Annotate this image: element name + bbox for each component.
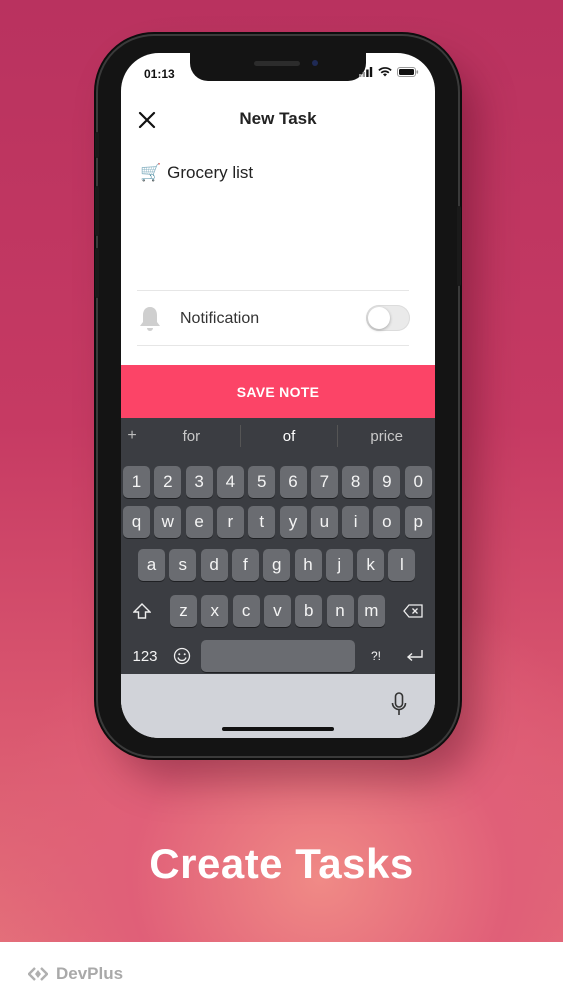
phone-notch: [190, 53, 366, 81]
key-f[interactable]: f: [231, 549, 259, 581]
home-indicator[interactable]: [222, 727, 334, 731]
key-8[interactable]: 8: [342, 466, 370, 498]
key-3[interactable]: 3: [185, 466, 213, 498]
key-c[interactable]: c: [232, 595, 260, 627]
battery-icon: [397, 67, 419, 77]
task-title-input[interactable]: 🛒 Grocery list: [140, 163, 253, 183]
key-5[interactable]: 5: [248, 466, 276, 498]
key-1[interactable]: 1: [123, 466, 150, 498]
key-9[interactable]: 9: [373, 466, 401, 498]
plus-icon[interactable]: +: [121, 427, 143, 445]
backspace-key[interactable]: [393, 595, 433, 627]
key-m[interactable]: m: [357, 595, 385, 627]
suggestion-2[interactable]: of: [241, 428, 338, 445]
emoji-icon: [173, 647, 191, 665]
key-7[interactable]: 7: [310, 466, 338, 498]
backspace-icon: [403, 604, 423, 618]
key-v[interactable]: v: [263, 595, 291, 627]
toggle-knob: [368, 307, 390, 329]
key-e[interactable]: e: [185, 506, 213, 538]
key-q[interactable]: q: [123, 506, 150, 538]
footer-brand: DevPlus: [28, 964, 123, 984]
key-l[interactable]: l: [388, 549, 416, 581]
notification-label: Notification: [180, 310, 260, 327]
cart-icon: 🛒: [140, 163, 162, 182]
key-t[interactable]: t: [248, 506, 276, 538]
key-b[interactable]: b: [295, 595, 323, 627]
key-u[interactable]: u: [310, 506, 338, 538]
status-time: 01:13: [144, 67, 175, 81]
suggestion-1[interactable]: for: [143, 428, 240, 445]
return-key[interactable]: [397, 640, 433, 672]
key-p[interactable]: p: [404, 506, 432, 538]
key-4[interactable]: 4: [216, 466, 244, 498]
phone-power-button: [457, 206, 461, 286]
keyboard: + for of price 1234567890qwertyuiopasdfg…: [121, 418, 435, 674]
key-k[interactable]: k: [357, 549, 385, 581]
key-s[interactable]: s: [169, 549, 197, 581]
notification-toggle[interactable]: [366, 305, 410, 331]
wifi-icon: [378, 67, 392, 77]
space-key[interactable]: [201, 640, 355, 672]
emoji-key[interactable]: [168, 640, 196, 672]
bell-icon: [137, 305, 163, 338]
key-j[interactable]: j: [325, 549, 353, 581]
status-icons: [359, 67, 419, 77]
phone-volume-up: [95, 186, 99, 236]
key-a[interactable]: a: [138, 549, 165, 581]
key-z[interactable]: z: [170, 595, 197, 627]
key-o[interactable]: o: [373, 506, 401, 538]
key-2[interactable]: 2: [154, 466, 182, 498]
key-0[interactable]: 0: [404, 466, 432, 498]
task-title-text: Grocery list: [167, 163, 254, 182]
microphone-icon[interactable]: [391, 692, 407, 718]
key-i[interactable]: i: [342, 506, 370, 538]
front-camera: [312, 60, 318, 66]
punctuation-key[interactable]: ?!: [360, 640, 392, 672]
key-n[interactable]: n: [326, 595, 354, 627]
return-icon: [406, 650, 423, 662]
phone-mute-switch: [95, 132, 99, 158]
divider: [137, 345, 409, 346]
key-g[interactable]: g: [263, 549, 291, 581]
key-h[interactable]: h: [294, 549, 322, 581]
earpiece-speaker: [254, 61, 300, 66]
key-x[interactable]: x: [201, 595, 229, 627]
save-note-button[interactable]: SAVE NOTE: [121, 365, 435, 418]
shift-icon: [133, 603, 151, 619]
key-w[interactable]: w: [154, 506, 182, 538]
divider: [137, 290, 409, 291]
devplus-logo-icon: [28, 967, 48, 981]
suggestion-bar: + for of price: [121, 418, 435, 454]
key-d[interactable]: d: [200, 549, 228, 581]
promo-caption: Create Tasks: [149, 840, 414, 887]
key-r[interactable]: r: [216, 506, 244, 538]
phone-volume-down: [95, 248, 99, 298]
signal-icon: [359, 67, 373, 77]
page-title: New Task: [239, 109, 317, 128]
numbers-mode-key[interactable]: 123: [123, 640, 167, 672]
key-y[interactable]: y: [279, 506, 307, 538]
shift-key[interactable]: [123, 595, 161, 627]
suggestion-3[interactable]: price: [338, 428, 435, 445]
app-screen: 01:13 New Task 🛒 Grocery list Notificati…: [121, 53, 435, 738]
footer-brand-name: DevPlus: [56, 964, 124, 983]
key-6[interactable]: 6: [279, 466, 307, 498]
